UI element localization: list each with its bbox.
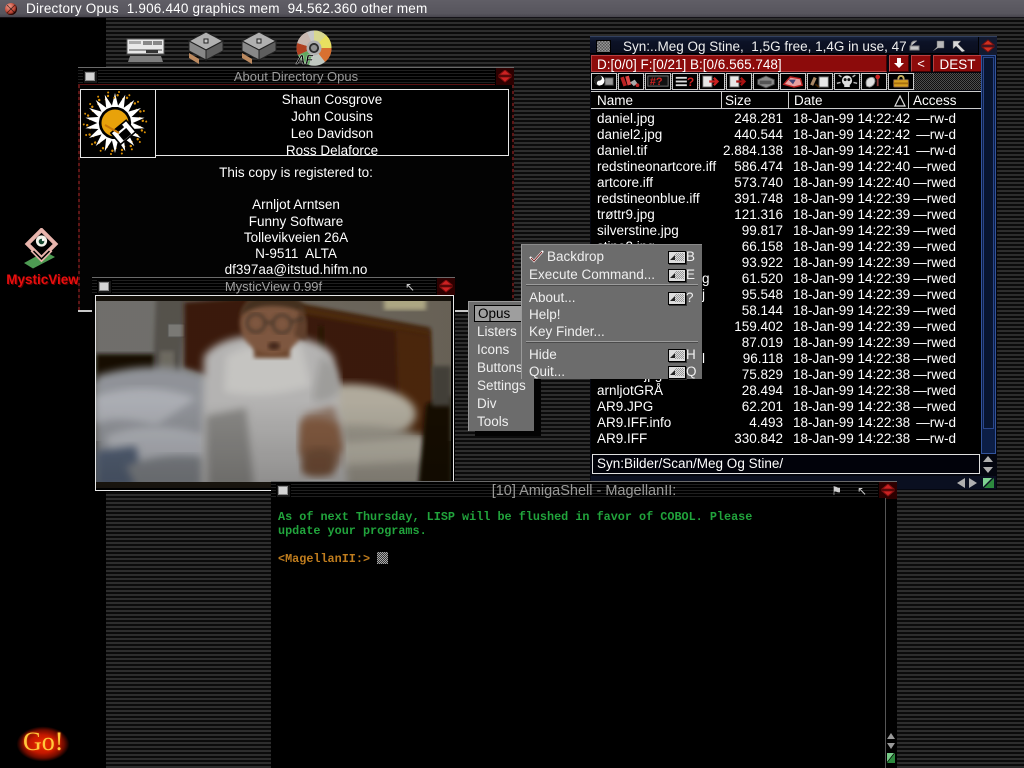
svg-text:#?: #? [650, 76, 663, 88]
svg-text:?: ? [687, 75, 694, 89]
svg-text:AF: AF [295, 52, 314, 67]
